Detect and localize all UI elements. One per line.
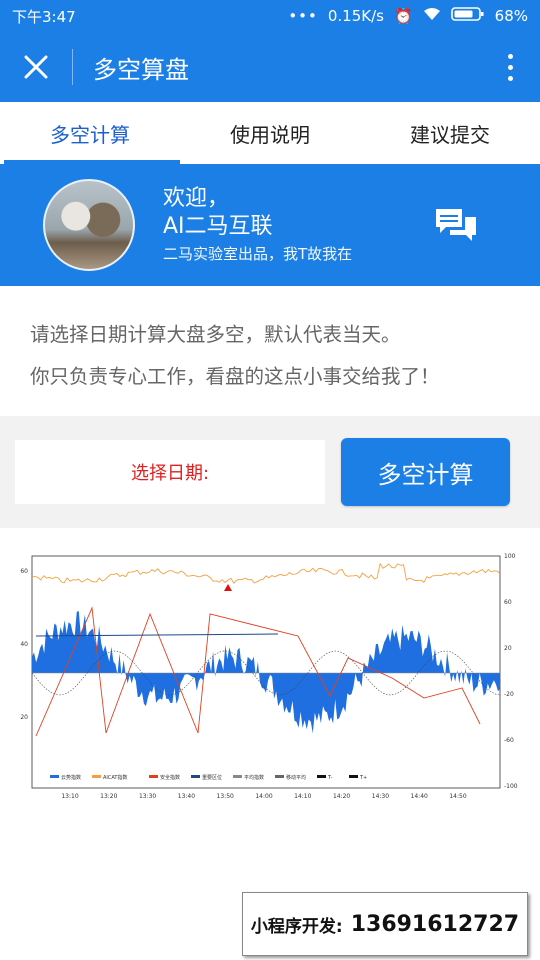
chart-svg: 13:10 13:20 13:30 13:40 13:50 14:00 14:10 14:20… (20, 553, 518, 798)
chart-legend: 云势指数 AICAT指数 安全指数 重要区位 平均指数 移动平均 T- T+ (50, 774, 367, 781)
y-left-tick-label: 40 (20, 641, 28, 648)
y-right-tick-label: 100 (504, 553, 516, 560)
tab-suggestions[interactable]: 建议提交 (360, 102, 540, 164)
appbar-divider (72, 49, 73, 85)
welcome-banner: 欢迎， AI二马互联 二马实验室出品，我T故我在 (0, 164, 540, 286)
battery-percent: 68% (494, 7, 528, 25)
dots-icon: ••• (288, 7, 318, 25)
status-time: 下午3:47 (12, 7, 76, 26)
legend-swatch (149, 775, 158, 778)
legend-swatch (349, 775, 358, 778)
intro-text: 请选择日期计算大盘多空，默认代表当天。 你只负责专心工作，看盘的这点小事交给我了… (0, 286, 540, 416)
close-icon[interactable] (0, 32, 72, 102)
page-title: 多空算盘 (93, 55, 189, 84)
x-tick-label: 14:20 (333, 793, 350, 798)
chat-bubbles-icon[interactable] (434, 207, 478, 243)
contact-label: 小程序开发: (250, 916, 343, 937)
network-speed: 0.15K/s (327, 7, 384, 25)
legend-swatch (50, 775, 59, 778)
tab-bar: 多空计算 使用说明 建议提交 (0, 102, 540, 164)
trend-chart: 13:10 13:20 13:30 13:40 13:50 14:00 14:10 14:20… (0, 528, 540, 798)
date-form: 选择日期: 多空计算 (0, 416, 540, 528)
intro-line-2: 你只负责专心工作，看盘的这点小事交给我了！ (30, 365, 440, 388)
series-orange-line (31, 562, 501, 584)
intro-line-1: 请选择日期计算大盘多空，默认代表当天。 (30, 323, 401, 346)
x-tick-label: 13:30 (139, 793, 156, 798)
y-right-tick-label: -60 (504, 737, 514, 744)
legend-swatch (191, 775, 200, 778)
legend-swatch (317, 775, 326, 778)
x-tick-label: 13:40 (178, 793, 195, 798)
legend-label: T+ (359, 775, 367, 781)
legend-label: 移动平均 (286, 774, 306, 781)
status-bar: 下午3:47 ••• 0.15K/s ⏰ 68% (0, 0, 540, 32)
calculate-button[interactable]: 多空计算 (341, 438, 510, 506)
welcome-username: AI二马互联 (163, 214, 273, 239)
legend-label: T- (327, 775, 333, 781)
app-bar: 多空算盘 (0, 32, 540, 102)
wifi-icon (423, 7, 441, 25)
x-tick-label: 14:30 (372, 793, 389, 798)
more-vertical-icon[interactable] (480, 53, 540, 81)
legend-swatch (275, 775, 284, 778)
x-tick-label: 14:40 (411, 793, 428, 798)
y-right-tick-label: 60 (504, 599, 512, 606)
tab-instructions[interactable]: 使用说明 (180, 102, 360, 164)
legend-label: 云势指数 (61, 774, 81, 781)
y-right-tick-label: 20 (504, 645, 512, 652)
legend-swatch (233, 775, 242, 778)
tab-calculate[interactable]: 多空计算 (0, 102, 180, 164)
x-tick-label: 13:50 (217, 793, 234, 798)
x-tick-label: 14:00 (255, 793, 272, 798)
avatar (43, 179, 135, 271)
chart-bars (32, 611, 500, 734)
welcome-text: 欢迎， AI二马互联 二马实验室出品，我T故我在 (163, 185, 352, 265)
welcome-greeting: 欢迎， (163, 186, 230, 211)
chart-marker-triangle (224, 584, 232, 591)
contact-phone: 13691612727 (350, 911, 520, 937)
battery-icon (450, 6, 485, 26)
legend-label: AICAT指数 (103, 774, 127, 781)
status-indicators: ••• 0.15K/s ⏰ 68% (288, 6, 528, 26)
alarm-icon: ⏰ (393, 7, 413, 25)
y-right-tick-label: -20 (504, 691, 514, 698)
y-left-tick-label: 60 (20, 568, 28, 575)
series-bars-area (32, 611, 500, 734)
contact-badge[interactable]: 小程序开发: 13691612727 (242, 892, 528, 956)
x-tick-label: 14:10 (294, 793, 311, 798)
legend-label: 安全指数 (160, 774, 180, 781)
x-tick-label: 13:20 (100, 793, 117, 798)
legend-label: 重要区位 (202, 774, 222, 781)
welcome-subtitle: 二马实验室出品，我T故我在 (163, 245, 353, 263)
x-tick-label: 13:10 (61, 793, 78, 798)
x-tick-label: 14:50 (449, 793, 466, 798)
y-right-tick-label: -100 (504, 783, 518, 790)
legend-label: 平均指数 (244, 774, 264, 781)
y-left-tick-label: 20 (20, 714, 28, 721)
date-picker-field[interactable]: 选择日期: (15, 440, 325, 504)
legend-swatch (92, 775, 101, 778)
